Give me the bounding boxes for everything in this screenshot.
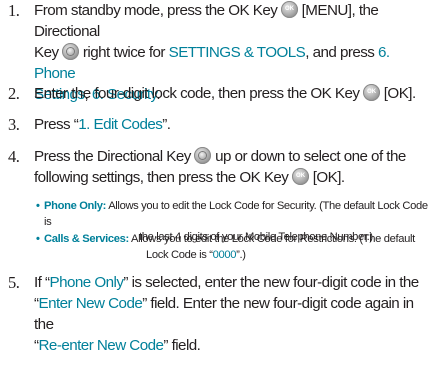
step-number: 3. — [8, 115, 20, 134]
step-text: Key — [34, 44, 59, 61]
step-text: right twice for — [82, 44, 166, 61]
ok-key-icon — [280, 1, 298, 18]
step-text: ”. — [162, 116, 171, 133]
bullet-text: Lock Code is “ — [146, 248, 213, 261]
ok-key-icon — [363, 84, 381, 101]
step-text: up or down to select one of the — [215, 148, 406, 165]
step-text: following settings, then press the OK Ke… — [34, 169, 289, 186]
bullet-label: Calls & Services: — [44, 233, 129, 245]
bullet-label: Phone Only: — [44, 200, 107, 212]
directional-key-icon — [62, 43, 80, 60]
step-2: 2. Enter the four-digit lock code, then … — [8, 83, 428, 104]
step-text: [OK]. — [312, 169, 345, 186]
bullet-text: ”.) — [236, 248, 246, 261]
step-4: 4. Press the Directional Key up or down … — [8, 146, 428, 188]
ok-key-icon — [292, 168, 310, 185]
step-number: 2. — [8, 84, 20, 103]
step-number: 4. — [8, 147, 20, 166]
step-text: From standby mode, press the OK Key — [34, 2, 278, 19]
step-3: 3. Press “1. Edit Codes”. — [8, 114, 428, 135]
step-text: Press the Directional Key — [34, 148, 191, 165]
default-code: 0000 — [212, 248, 237, 261]
step-text: Press “ — [34, 116, 79, 133]
directional-key-icon — [194, 147, 212, 164]
step-text: ” is selected, enter the new four-digit … — [123, 274, 419, 291]
step-text: Enter the four-digit lock code, then pre… — [34, 85, 360, 102]
menu-reference: SETTINGS & TOOLS — [168, 44, 306, 61]
step-text: [OK]. — [383, 85, 416, 102]
step-number: 1. — [8, 1, 20, 20]
instruction-page: 1. From standby mode, press the OK Key [… — [0, 0, 431, 368]
bullet-text: Allows you to edit the Lock Code for Res… — [131, 233, 415, 245]
step-text: , and press — [305, 44, 375, 61]
field-reference: Enter New Code — [38, 295, 143, 312]
setting-reference: Phone Only — [49, 274, 124, 291]
step-number: 5. — [8, 273, 20, 292]
step-5: 5. If “Phone Only” is selected, enter th… — [8, 272, 428, 356]
step-text: ” field. — [163, 337, 201, 354]
field-reference: Re-enter New Code — [38, 337, 164, 354]
menu-reference: 1. Edit Codes — [78, 116, 163, 133]
bullet-calls-services: • Calls & Services: Allows you to edit t… — [36, 232, 428, 263]
bullet-marker: • — [36, 233, 40, 245]
bullet-marker: • — [36, 200, 40, 212]
step-text: If “ — [34, 274, 50, 291]
